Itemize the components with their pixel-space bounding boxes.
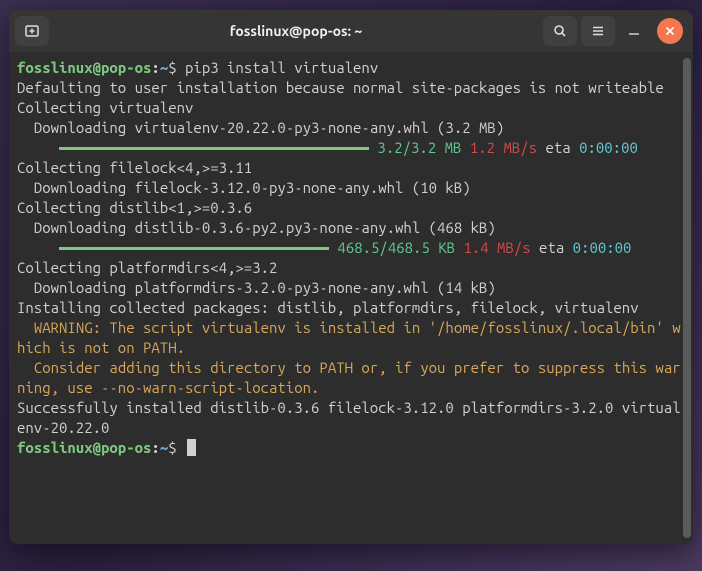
output-line: Downloading virtualenv-20.22.0-py3-none-… xyxy=(17,118,685,138)
prompt-user: fosslinux@pop-os xyxy=(17,59,151,76)
warning-line: WARNING: The script virtualenv is instal… xyxy=(17,318,685,358)
prompt-path: ~ xyxy=(160,59,168,76)
output-line: Installing collected packages: distlib, … xyxy=(17,298,685,318)
warning-line: Consider adding this directory to PATH o… xyxy=(17,358,685,398)
prompt-line-1: fosslinux@pop-os:~$ pip3 install virtual… xyxy=(17,58,685,78)
progress-eta-label: eta xyxy=(545,139,570,156)
prompt-user: fosslinux@pop-os xyxy=(17,439,151,456)
progress-eta: 0:00:00 xyxy=(579,139,638,156)
output-line: Collecting platformdirs<4,>=3.2 xyxy=(17,258,685,278)
output-line: Defaulting to user installation because … xyxy=(17,78,685,98)
prompt-line-2: fosslinux@pop-os:~$ xyxy=(17,438,685,458)
cursor xyxy=(187,439,196,456)
progress-eta: 0:00:00 xyxy=(573,239,632,256)
close-button[interactable] xyxy=(657,18,683,44)
progress-size: 3.2/3.2 MB xyxy=(377,139,461,156)
output-line: Downloading distlib-0.3.6-py2.py3-none-a… xyxy=(17,218,685,238)
prompt-path: ~ xyxy=(160,439,168,456)
progress-fill xyxy=(59,247,329,250)
minimize-icon xyxy=(626,23,642,39)
minimize-button[interactable] xyxy=(619,16,649,46)
progress-speed: 1.2 MB/s xyxy=(470,139,537,156)
output-line: Collecting distlib<1,>=0.3.6 xyxy=(17,198,685,218)
terminal-body[interactable]: fosslinux@pop-os:~$ pip3 install virtual… xyxy=(9,52,693,544)
search-icon xyxy=(552,23,568,39)
command-text: pip3 install virtualenv xyxy=(185,59,378,76)
progress-speed: 1.4 MB/s xyxy=(463,239,530,256)
title-bar: fosslinux@pop-os: ~ xyxy=(9,10,693,52)
scrollbar[interactable] xyxy=(683,58,691,538)
output-line: Successfully installed distlib-0.3.6 fil… xyxy=(17,398,685,438)
menu-button[interactable] xyxy=(581,16,615,46)
hamburger-icon xyxy=(590,23,606,39)
search-button[interactable] xyxy=(543,16,577,46)
progress-size: 468.5/468.5 KB xyxy=(337,239,455,256)
output-line: Downloading filelock-3.12.0-py3-none-any… xyxy=(17,178,685,198)
prompt-sep: : xyxy=(151,439,159,456)
progress-bar-1: 3.2/3.2 MB 1.2 MB/s eta 0:00:00 xyxy=(17,138,685,158)
output-line: Collecting filelock<4,>=3.11 xyxy=(17,158,685,178)
new-tab-icon xyxy=(24,23,40,39)
scrollbar-thumb[interactable] xyxy=(683,58,691,538)
output-line: Collecting virtualenv xyxy=(17,98,685,118)
prompt-sep: : xyxy=(151,59,159,76)
progress-eta-label: eta xyxy=(539,239,564,256)
new-tab-button[interactable] xyxy=(15,16,49,46)
prompt-dollar: $ xyxy=(168,59,176,76)
progress-fill xyxy=(59,147,369,150)
progress-bar-2: 468.5/468.5 KB 1.4 MB/s eta 0:00:00 xyxy=(17,238,685,258)
terminal-window: fosslinux@pop-os: ~ fosslinux@pop-os:~$ … xyxy=(9,10,693,544)
close-icon xyxy=(664,25,676,37)
output-line: Downloading platformdirs-3.2.0-py3-none-… xyxy=(17,278,685,298)
window-title: fosslinux@pop-os: ~ xyxy=(53,23,539,39)
prompt-dollar: $ xyxy=(168,439,176,456)
